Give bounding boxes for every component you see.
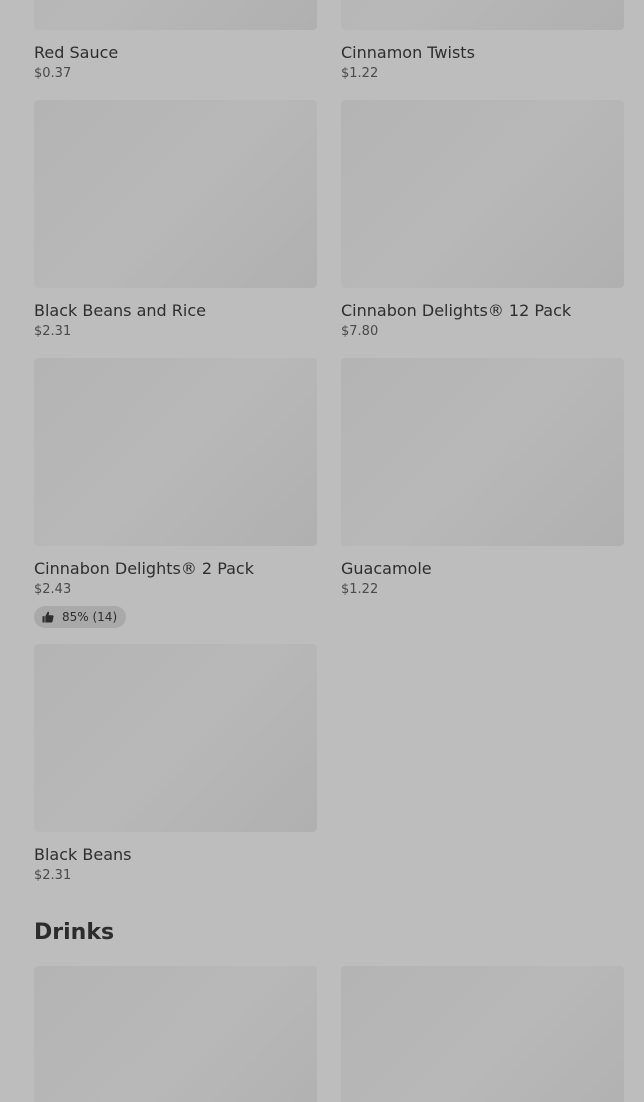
menu-item-card[interactable]: Black Beans $2.31 <box>34 644 317 885</box>
menu-item-price: $2.43 <box>34 582 72 597</box>
menu-item-image[interactable] <box>341 100 624 288</box>
menu-item-card[interactable]: Red Sauce $0.37 <box>34 0 317 83</box>
menu-item-name: Guacamole <box>341 559 432 578</box>
menu-item-price: $7.80 <box>341 324 379 339</box>
menu-item-image[interactable] <box>341 966 624 1102</box>
rating-badge: 85% (14) <box>34 606 127 628</box>
menu-item-image[interactable] <box>341 358 624 546</box>
menu-item-card[interactable]: Cinnamon Twists $1.22 <box>341 0 624 83</box>
menu-item-image[interactable] <box>34 644 317 832</box>
menu-item-name: Black Beans and Rice <box>34 301 206 320</box>
section-title-drinks: Drinks <box>34 920 115 945</box>
menu-item-card[interactable]: Cinnabon Delights® 12 Pack $7.80 <box>341 100 624 341</box>
menu-item-image[interactable] <box>34 966 317 1102</box>
menu-item-price: $1.22 <box>341 66 379 81</box>
menu-item-price: $2.31 <box>34 868 72 883</box>
menu-item-name: Cinnamon Twists <box>341 43 475 62</box>
menu-item-name: Cinnabon Delights® 12 Pack <box>341 301 572 320</box>
menu-item-price: $2.31 <box>34 324 72 339</box>
menu-item-card[interactable]: Guacamole $1.22 <box>341 358 624 599</box>
menu-item-card[interactable]: Black Beans and Rice $2.31 <box>34 100 317 341</box>
menu-item-name: Cinnabon Delights® 2 Pack <box>34 559 254 578</box>
menu-item-image[interactable] <box>34 100 317 288</box>
menu-item-image[interactable] <box>34 358 317 546</box>
menu-item-price: $1.22 <box>341 582 379 597</box>
menu-item-price: $0.37 <box>34 66 72 81</box>
menu-item-card[interactable] <box>341 966 624 1102</box>
menu-item-name: Red Sauce <box>34 43 119 62</box>
menu-item-name: Black Beans <box>34 845 132 864</box>
thumbs-up-icon <box>42 611 54 623</box>
menu-item-image[interactable] <box>34 0 317 30</box>
menu-item-card[interactable] <box>34 966 317 1102</box>
menu-item-image[interactable] <box>341 0 624 30</box>
menu-item-card[interactable]: Cinnabon Delights® 2 Pack $2.43 85% (14) <box>34 358 317 628</box>
menu-page: Red Sauce $0.37 Cinnamon Twists $1.22 Bl… <box>0 0 644 1102</box>
rating-text: 85% (14) <box>62 610 118 624</box>
